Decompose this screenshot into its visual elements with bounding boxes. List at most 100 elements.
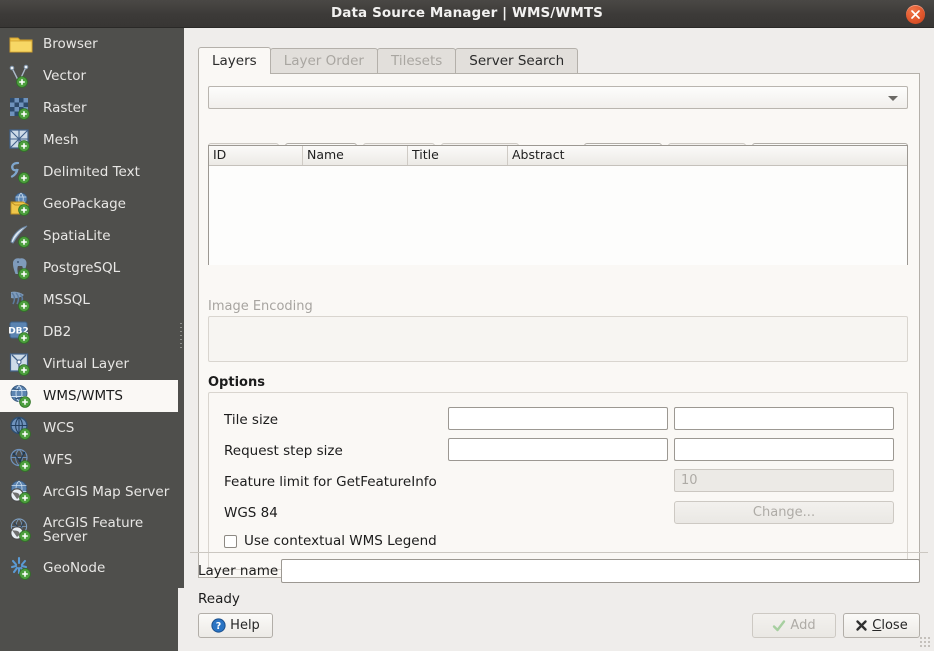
request-step-size-label: Request step size	[224, 443, 343, 459]
tab-layers[interactable]: Layers	[198, 47, 271, 74]
sidebar-item-wcs[interactable]: WCS	[0, 412, 178, 444]
table-body-empty	[209, 166, 907, 265]
folder-icon	[8, 31, 34, 57]
options-label: Options	[208, 375, 265, 390]
splitter-grip-icon	[180, 323, 182, 349]
help-button[interactable]: ? Help	[198, 613, 273, 638]
wms-globe-icon	[8, 383, 34, 409]
layers-table[interactable]: ID Name Title Abstract	[208, 145, 908, 265]
tab-bar: Layers Layer Order Tilesets Server Searc…	[198, 47, 577, 74]
sidebar-item-label: Virtual Layer	[43, 357, 129, 371]
window-close-button[interactable]	[906, 5, 925, 24]
tile-size-label: Tile size	[224, 412, 278, 428]
sidebar-item-geonode[interactable]: GeoNode	[0, 552, 178, 584]
sidebar-item-label: GeoNode	[43, 561, 105, 575]
sidebar-item-label: DB2	[43, 325, 71, 339]
help-button-label: Help	[230, 614, 260, 637]
table-header-row: ID Name Title Abstract	[209, 146, 907, 166]
close-button[interactable]: Close	[843, 613, 920, 638]
image-encoding-group	[208, 316, 908, 362]
tab-layer-order: Layer Order	[270, 48, 378, 74]
raster-layer-icon	[8, 95, 34, 121]
title-bar: Data Source Manager | WMS/WMTS	[0, 0, 934, 28]
sidebar-item-geopackage[interactable]: GeoPackage	[0, 188, 178, 220]
mesh-layer-icon	[8, 127, 34, 153]
main-panel: Layers Layer Order Tilesets Server Searc…	[184, 28, 934, 651]
sidebar-item-label: Mesh	[43, 133, 79, 147]
feature-limit-input: 10	[674, 469, 894, 492]
tile-size-height-input[interactable]	[674, 407, 894, 430]
sidebar-item-label: PostgreSQL	[43, 261, 120, 275]
wfs-globe-icon	[8, 447, 34, 473]
geopackage-icon	[8, 191, 34, 217]
sidebar-item-postgresql[interactable]: PostgreSQL	[0, 252, 178, 284]
source-type-sidebar[interactable]: Browser Vector	[0, 28, 178, 651]
sidebar-item-label: Delimited Text	[43, 165, 140, 179]
geonode-icon	[8, 555, 34, 581]
sidebar-item-label: GeoPackage	[43, 197, 126, 211]
sidebar-item-arcgis-feature-server[interactable]: ArcGIS Feature Server	[0, 508, 178, 552]
sidebar-item-vector[interactable]: Vector	[0, 60, 178, 92]
change-crs-button: Change...	[674, 501, 894, 524]
sidebar-item-label: WCS	[43, 421, 74, 435]
sidebar-item-label: ArcGIS Feature Server	[43, 516, 171, 544]
checkbox-box-icon	[224, 535, 237, 548]
help-question-icon: ?	[211, 618, 226, 633]
chevron-down-icon	[888, 96, 898, 101]
sidebar-item-arcgis-map-server[interactable]: ArcGIS Map Server	[0, 476, 178, 508]
sidebar-item-browser[interactable]: Browser	[0, 28, 178, 60]
spatialite-icon	[8, 223, 34, 249]
image-encoding-label: Image Encoding	[208, 299, 313, 314]
delimited-text-icon	[8, 159, 34, 185]
use-contextual-wms-legend-checkbox[interactable]: Use contextual WMS Legend	[224, 533, 437, 549]
sidebar-item-label: SpatiaLite	[43, 229, 111, 243]
sidebar-item-virtual-layer[interactable]: Virtual Layer	[0, 348, 178, 380]
add-button: Add	[752, 613, 836, 638]
check-icon	[772, 619, 786, 633]
footer-separator	[190, 552, 928, 553]
request-step-size-x-input[interactable]	[448, 438, 668, 461]
checkbox-label: Use contextual WMS Legend	[244, 533, 437, 549]
arcgis-feature-server-icon	[8, 517, 34, 543]
wcs-globe-icon	[8, 415, 34, 441]
crs-label: WGS 84	[224, 505, 278, 521]
sidebar-item-wms-wmts[interactable]: WMS/WMTS	[0, 380, 178, 412]
resize-grip-icon[interactable]	[919, 636, 931, 648]
sidebar-item-label: MSSQL	[43, 293, 90, 307]
svg-text:?: ?	[216, 621, 222, 632]
column-header-title[interactable]: Title	[408, 146, 508, 165]
sidebar-item-mssql[interactable]: MSSQL	[0, 284, 178, 316]
virtual-layer-icon	[8, 351, 34, 377]
sidebar-item-raster[interactable]: Raster	[0, 92, 178, 124]
close-button-label: Close	[872, 614, 907, 637]
sidebar-item-db2[interactable]: DB2 DB2	[0, 316, 178, 348]
db2-icon: DB2	[8, 319, 34, 345]
column-header-name[interactable]: Name	[303, 146, 408, 165]
column-header-abstract[interactable]: Abstract	[508, 146, 907, 165]
cross-icon	[855, 619, 868, 632]
layer-name-input[interactable]	[281, 559, 920, 583]
vector-layer-icon	[8, 63, 34, 89]
add-button-label: Add	[790, 614, 815, 637]
window-title: Data Source Manager | WMS/WMTS	[0, 0, 934, 27]
tab-tilesets: Tilesets	[377, 48, 456, 74]
tile-size-width-input[interactable]	[448, 407, 668, 430]
connection-select[interactable]	[208, 86, 908, 109]
mssql-icon	[8, 287, 34, 313]
data-source-manager-dialog: Data Source Manager | WMS/WMTS Browser	[0, 0, 934, 651]
sidebar-item-mesh[interactable]: Mesh	[0, 124, 178, 156]
close-icon	[906, 5, 925, 24]
tab-server-search[interactable]: Server Search	[455, 48, 578, 74]
sidebar-item-label: Vector	[43, 69, 86, 83]
sidebar-item-label: WFS	[43, 453, 72, 467]
sidebar-item-delimited-text[interactable]: Delimited Text	[0, 156, 178, 188]
request-step-size-y-input[interactable]	[674, 438, 894, 461]
column-header-id[interactable]: ID	[209, 146, 303, 165]
sidebar-item-label: ArcGIS Map Server	[43, 485, 169, 499]
sidebar-item-spatialite[interactable]: SpatiaLite	[0, 220, 178, 252]
status-text: Ready	[198, 591, 240, 607]
layer-name-label: Layer name	[198, 563, 278, 579]
sidebar-item-label: Raster	[43, 101, 87, 115]
sidebar-item-wfs[interactable]: WFS	[0, 444, 178, 476]
arcgis-map-server-icon	[8, 479, 34, 505]
